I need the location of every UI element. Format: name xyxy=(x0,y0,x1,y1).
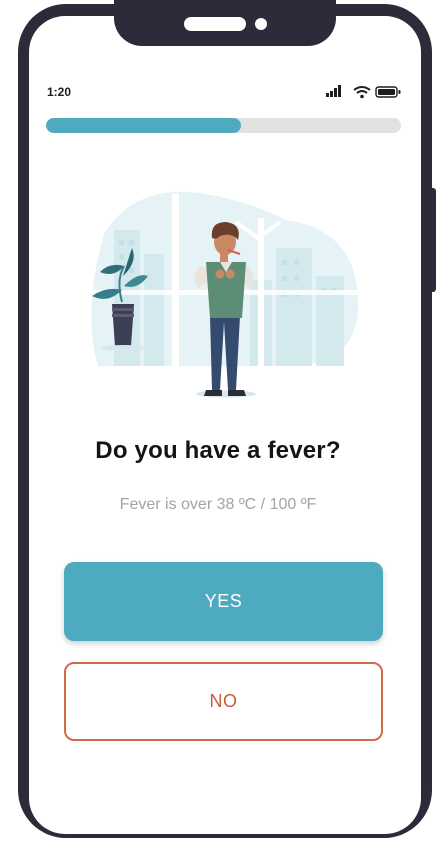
phone-side-button xyxy=(430,188,436,292)
yes-button[interactable]: YES xyxy=(64,562,383,641)
progress-bar xyxy=(46,118,401,133)
status-icons xyxy=(326,85,401,99)
signal-icon xyxy=(326,85,341,97)
question-hint: Fever is over 38 ºC / 100 ºF xyxy=(119,496,317,513)
wifi-icon xyxy=(353,86,371,99)
question-title: Do you have a fever? xyxy=(95,437,341,464)
speaker-grille xyxy=(184,17,246,31)
status-time: 1:20 xyxy=(47,85,72,99)
person-with-thermometer-illustration xyxy=(86,191,364,398)
stage: 1:20 Do you have a fever? Fever is over … xyxy=(0,0,436,842)
battery-icon xyxy=(375,86,401,98)
no-button-label: NO xyxy=(209,691,238,711)
front-camera xyxy=(255,18,267,30)
progress-fill xyxy=(46,118,242,133)
no-button[interactable]: NO xyxy=(64,662,383,741)
yes-button-label: YES xyxy=(204,591,243,611)
